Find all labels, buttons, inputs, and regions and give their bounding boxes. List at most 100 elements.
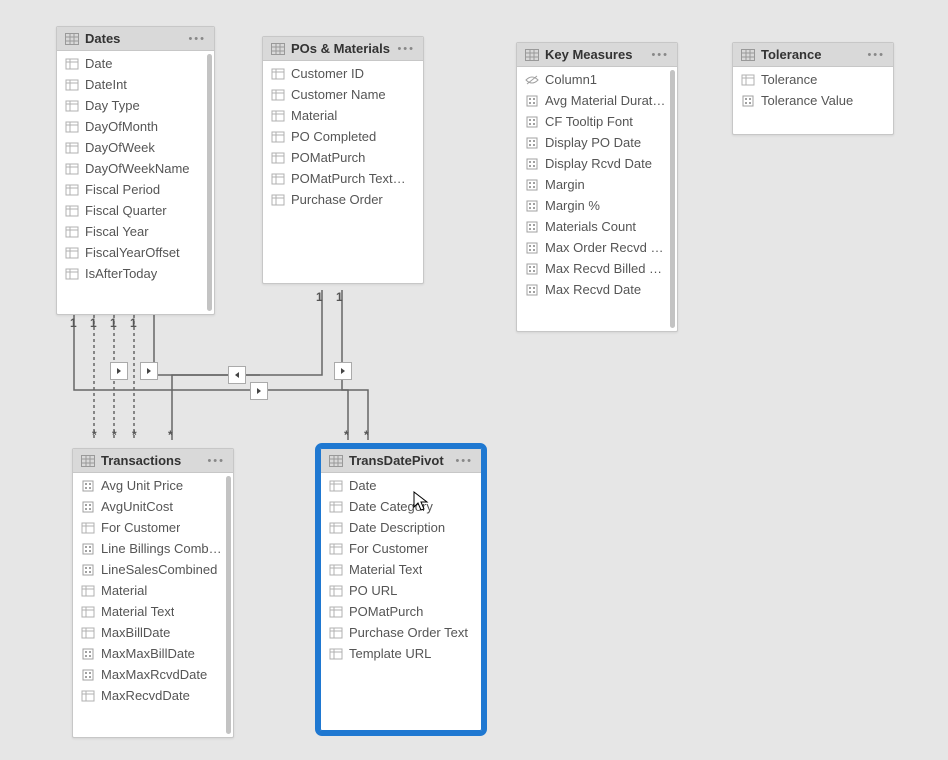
field-row[interactable]: POMatPurch [263, 147, 423, 168]
field-row[interactable]: Display PO Date [517, 132, 677, 153]
field-row[interactable]: MaxBillDate [73, 622, 233, 643]
field-row[interactable]: Margin % [517, 195, 677, 216]
field-row[interactable]: POMatPurch TextDisp [263, 168, 423, 189]
field-row[interactable]: Day Type [57, 95, 214, 116]
field-label: FiscalYearOffset [85, 245, 180, 260]
table-key-measures[interactable]: Key Measures ••• Column1Avg Material Durat… [516, 42, 678, 332]
table-pos-materials[interactable]: POs & Materials•••Customer IDCustomer Na… [262, 36, 424, 284]
field-row[interactable]: Avg Unit Price [73, 475, 233, 496]
field-row[interactable]: MaxMaxBillDate [73, 643, 233, 664]
field-label: Tolerance [761, 72, 817, 87]
field-row[interactable]: AvgUnitCost [73, 496, 233, 517]
field-row[interactable]: Margin [517, 174, 677, 195]
field-label: Material [291, 108, 337, 123]
field-row[interactable]: Tolerance Value [733, 90, 893, 111]
table-header[interactable]: Dates••• [57, 27, 214, 51]
field-row[interactable]: PO URL [321, 580, 481, 601]
field-label: POMatPurch TextDisp [291, 171, 413, 186]
scrollbar[interactable] [207, 54, 212, 311]
field-label: Avg Unit Price [101, 478, 183, 493]
field-row[interactable]: Line Billings Combined [73, 538, 233, 559]
model-canvas[interactable]: 1 1 1 1 1 1 * * * * * * Dates•••DateDate… [0, 0, 948, 760]
field-row[interactable]: Tolerance [733, 69, 893, 90]
column-icon [65, 79, 79, 91]
field-row[interactable]: For Customer [73, 517, 233, 538]
table-dates[interactable]: Dates•••DateDateIntDay Type DayOfMonth Day… [56, 26, 215, 315]
field-row[interactable]: Max Order Recvd Days [517, 237, 677, 258]
cardinality-many: * [168, 428, 173, 442]
field-label: POMatPurch [291, 150, 365, 165]
table-tolerance[interactable]: Tolerance••• Tolerance Tolerance Value [732, 42, 894, 135]
table-header[interactable]: Key Measures ••• [517, 43, 677, 67]
field-label: Fiscal Year [85, 224, 149, 239]
field-row[interactable]: Avg Material Duration... [517, 90, 677, 111]
more-options-icon[interactable]: ••• [867, 49, 885, 61]
scrollbar[interactable] [226, 476, 231, 734]
column-icon [329, 564, 343, 576]
more-options-icon[interactable]: ••• [397, 43, 415, 55]
field-row[interactable]: Customer Name [263, 84, 423, 105]
field-row[interactable]: LineSalesCombined [73, 559, 233, 580]
filter-direction-icon [250, 382, 268, 400]
field-row[interactable]: POMatPurch [321, 601, 481, 622]
measure-icon [81, 564, 95, 576]
table-transdatepivot[interactable]: TransDatePivot••• Date Date CategoryDate D… [320, 448, 482, 731]
table-header[interactable]: Tolerance••• [733, 43, 893, 67]
column-icon [81, 627, 95, 639]
cardinality-one: 1 [70, 316, 77, 330]
field-row[interactable]: Material Text [321, 559, 481, 580]
table-header[interactable]: POs & Materials••• [263, 37, 423, 61]
field-label: DayOfMonth [85, 119, 158, 134]
field-row[interactable]: Purchase Order [263, 189, 423, 210]
field-row[interactable]: Fiscal Period [57, 179, 214, 200]
table-header[interactable]: Transactions••• [73, 449, 233, 473]
field-row[interactable]: MaxMaxRcvdDate [73, 664, 233, 685]
field-row[interactable]: Fiscal Quarter [57, 200, 214, 221]
field-row[interactable]: Material [73, 580, 233, 601]
scrollbar[interactable] [670, 70, 675, 328]
field-row[interactable]: FiscalYearOffset [57, 242, 214, 263]
field-label: Purchase Order [291, 192, 383, 207]
field-row[interactable]: DayOfWeek [57, 137, 214, 158]
field-row[interactable]: Template URL [321, 643, 481, 664]
more-options-icon[interactable]: ••• [207, 455, 225, 467]
field-row[interactable]: DateInt [57, 74, 214, 95]
field-row[interactable]: Material Text [73, 601, 233, 622]
field-label: Material Text [101, 604, 174, 619]
field-label: Date [349, 478, 376, 493]
field-row[interactable]: DayOfMonth [57, 116, 214, 137]
field-row[interactable]: Date [321, 475, 481, 496]
table-header[interactable]: TransDatePivot••• [321, 449, 481, 473]
field-row[interactable]: Date [57, 53, 214, 74]
field-row[interactable]: Date Category [321, 496, 481, 517]
field-row[interactable]: IsAfterToday [57, 263, 214, 284]
field-row[interactable]: PO Completed [263, 126, 423, 147]
field-row[interactable]: Materials Count [517, 216, 677, 237]
field-row[interactable]: Date Description [321, 517, 481, 538]
field-row[interactable]: Max Recvd Date [517, 279, 677, 300]
more-options-icon[interactable]: ••• [651, 49, 669, 61]
field-row[interactable]: CF Tooltip Font [517, 111, 677, 132]
field-row[interactable]: Material [263, 105, 423, 126]
column-icon [741, 74, 755, 86]
field-row[interactable]: For Customer [321, 538, 481, 559]
field-label: MaxRecvdDate [101, 688, 190, 703]
field-label: For Customer [349, 541, 428, 556]
field-row[interactable]: MaxRecvdDate [73, 685, 233, 706]
field-row[interactable]: Column1 [517, 69, 677, 90]
field-row[interactable]: Display Rcvd Date [517, 153, 677, 174]
field-row[interactable]: Customer ID [263, 63, 423, 84]
more-options-icon[interactable]: ••• [455, 455, 473, 467]
field-row[interactable]: Fiscal Year [57, 221, 214, 242]
field-row[interactable]: Purchase Order Text [321, 622, 481, 643]
more-options-icon[interactable]: ••• [188, 33, 206, 45]
field-row[interactable]: Max Recvd Billed Days [517, 258, 677, 279]
measure-icon [81, 480, 95, 492]
column-icon [81, 585, 95, 597]
field-row[interactable]: DayOfWeekName [57, 158, 214, 179]
table-transactions[interactable]: Transactions••• Avg Unit Price AvgUnitCost… [72, 448, 234, 738]
field-label: MaxBillDate [101, 625, 170, 640]
field-label: Display Rcvd Date [545, 156, 652, 171]
measure-icon [525, 284, 539, 296]
table-title: Key Measures [545, 47, 645, 62]
